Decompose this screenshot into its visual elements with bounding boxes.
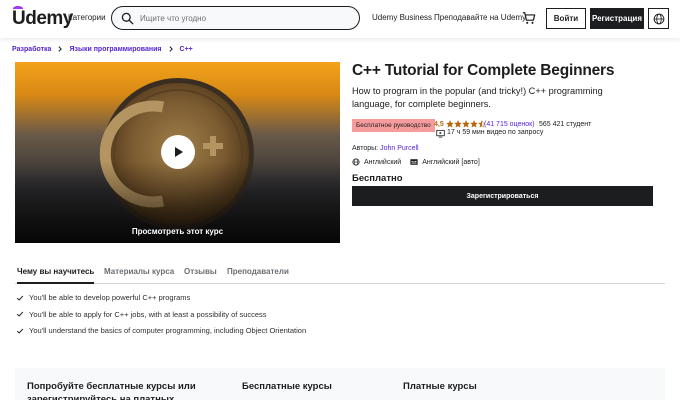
audio-language: Английский (364, 158, 402, 166)
author-link[interactable]: John Purcell (380, 145, 419, 152)
search-bar[interactable] (111, 6, 360, 30)
globe-icon (653, 13, 664, 24)
cart-icon[interactable] (522, 11, 536, 25)
preview-course-label: Просмотреть этот курс (131, 227, 224, 236)
tab-course-content[interactable]: Материалы курса (104, 267, 174, 284)
course-title: C++ Tutorial for Complete Beginners (352, 62, 615, 79)
search-icon[interactable] (121, 12, 134, 25)
udemy-business-link[interactable]: Udemy Business (372, 13, 432, 22)
authors-line: Авторы: John Purcell (352, 145, 419, 152)
teach-on-udemy-link[interactable]: Преподавайте на Udemy (434, 13, 526, 22)
categories-menu[interactable]: Категории (68, 13, 106, 22)
breadcrumb: Разработка Языки программирования C++ (12, 45, 193, 53)
chevron-right-icon (168, 46, 173, 52)
closed-captions-icon (410, 159, 418, 165)
video-icon (436, 129, 445, 138)
objective-item: You'll be able to develop powerful C++ p… (15, 292, 315, 304)
course-tabs: Чему вы научитесь Материалы курса Отзывы… (15, 262, 665, 284)
tab-instructors[interactable]: Преподаватели (227, 267, 289, 284)
play-icon (175, 147, 183, 157)
course-subtitle: How to program in the popular (and trick… (352, 86, 603, 109)
tab-reviews[interactable]: Отзывы (184, 267, 217, 284)
breadcrumb-item-cpp[interactable]: C++ (180, 46, 193, 53)
language-row: Английский Английский [авто] (352, 158, 480, 166)
free-vs-paid-section: Попробуйте бесплатные курсы или зарегист… (15, 368, 665, 400)
globe-icon (352, 158, 360, 166)
logo-text: Udemy (12, 8, 73, 29)
caption-language: Английский [авто] (422, 158, 480, 166)
learning-objectives: You'll be able to develop powerful C++ p… (15, 292, 315, 342)
top-header: Udemy Категории Udemy Business Преподава… (0, 0, 680, 38)
star-icon (470, 119, 478, 128)
objective-text: You'll be able to develop powerful C++ p… (29, 293, 191, 302)
language-button[interactable] (648, 8, 669, 29)
rating-count-link[interactable]: (41 715 оценок) (484, 121, 535, 128)
objective-item: You'll understand the basics of computer… (15, 325, 315, 337)
rating-value: 4,5 (434, 121, 444, 128)
check-icon (16, 328, 24, 334)
objective-text: You'll be able to apply for C++ jobs, wi… (29, 309, 267, 319)
free-tutorial-badge: Бесплатное руководство (352, 119, 435, 132)
paid-courses-heading: Платные курсы (403, 381, 477, 392)
video-duration: 17 ч 59 мин видео по запросу (447, 129, 544, 136)
free-courses-heading: Бесплатные курсы (242, 381, 332, 392)
signup-button[interactable]: Регистрация (590, 8, 644, 29)
login-button[interactable]: Войти (546, 8, 586, 29)
search-input[interactable] (140, 11, 350, 25)
tab-what-you-learn[interactable]: Чему вы научитесь (17, 267, 95, 284)
star-icon (462, 119, 470, 128)
play-button[interactable] (161, 135, 195, 169)
course-price: Бесплатно (352, 173, 403, 184)
enroll-button[interactable]: Зарегистрироваться (352, 186, 653, 206)
star-icon (454, 119, 462, 128)
star-icon (446, 119, 454, 128)
rating-stars (446, 119, 486, 128)
check-icon (16, 311, 24, 317)
logo-hat-icon (13, 6, 23, 11)
breadcrumb-item-development[interactable]: Разработка (12, 46, 51, 53)
check-icon (16, 295, 24, 301)
objective-item: You'll be able to apply for C++ jobs, wi… (15, 309, 315, 321)
chevron-right-icon (58, 46, 63, 52)
breadcrumb-item-languages[interactable]: Языки программирования (69, 46, 161, 53)
students-count: 565 421 студент (539, 121, 592, 128)
course-preview-video[interactable]: Просмотреть этот курс (15, 62, 340, 243)
authors-label: Авторы: (352, 145, 379, 152)
udemy-logo[interactable]: Udemy (12, 6, 73, 29)
objective-text: You'll understand the basics of computer… (29, 326, 307, 335)
promo-heading: Попробуйте бесплатные курсы или зарегист… (27, 381, 196, 400)
